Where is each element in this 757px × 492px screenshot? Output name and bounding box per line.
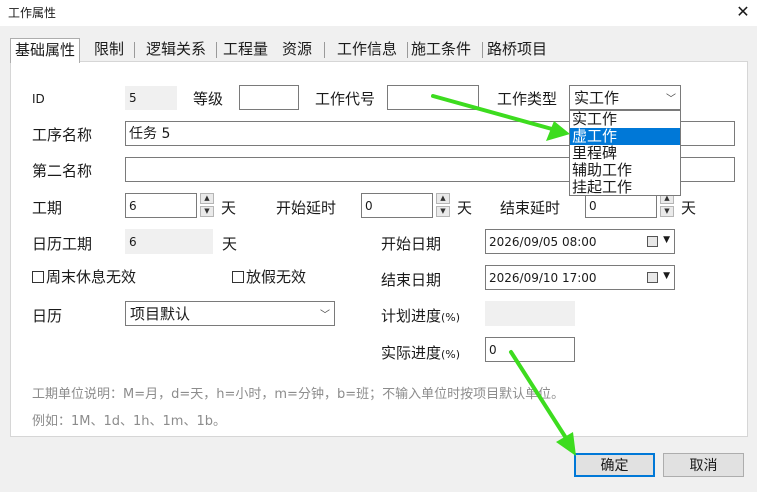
title-bar	[0, 0, 757, 26]
start-delay-label: 开始延时	[276, 199, 337, 217]
tab-resources[interactable]: 资源	[282, 38, 312, 62]
tab-separator	[324, 42, 325, 58]
second-name-label: 第二名称	[32, 162, 93, 180]
type-select[interactable]: 实工作 ﹀	[569, 85, 681, 110]
calendar-icon[interactable]	[647, 272, 658, 283]
grade-label: 等级	[193, 90, 224, 108]
plan-progress-field	[485, 301, 575, 326]
tab-separator	[407, 42, 408, 58]
tab-separator	[134, 42, 135, 58]
calendar-label: 日历	[32, 307, 63, 325]
plan-progress-label: 计划进度(%)	[381, 305, 460, 326]
duration-stepper[interactable]: ▲ ▼	[200, 193, 214, 217]
code-label: 工作代号	[315, 90, 376, 108]
calendar-select[interactable]: 项目默认 ﹀	[125, 301, 335, 326]
type-option-real-work[interactable]: 实工作	[570, 111, 680, 128]
id-label: ID	[32, 92, 45, 106]
holiday-checkbox[interactable]: 放假无效	[232, 266, 306, 287]
end-delay-field[interactable]: 0	[585, 193, 657, 218]
spin-up-icon[interactable]: ▲	[436, 193, 450, 204]
tab-logic-relations[interactable]: 逻辑关系	[146, 38, 206, 62]
end-delay-label: 结束延时	[500, 199, 561, 217]
type-option-suspended-work[interactable]: 挂起工作	[570, 179, 680, 196]
tab-quantities[interactable]: 工程量	[223, 38, 268, 62]
weekend-checkbox[interactable]: 周末休息无效	[32, 266, 136, 287]
type-option-dummy-work[interactable]: 虚工作	[570, 128, 680, 145]
calendar-duration-unit: 天	[222, 235, 238, 253]
actual-progress-label-text: 实际进度	[381, 344, 442, 362]
calendar-duration-field: 6	[125, 229, 213, 254]
start-date-value: 2026/09/05 08:00	[489, 234, 597, 249]
start-date-label: 开始日期	[381, 235, 442, 253]
ok-button[interactable]: 确定	[574, 453, 655, 477]
type-label: 工作类型	[497, 90, 558, 108]
spin-down-icon[interactable]: ▼	[200, 206, 214, 217]
chevron-down-icon[interactable]: ▼	[663, 235, 670, 245]
tab-work-info[interactable]: 工作信息	[337, 38, 397, 62]
name-label: 工序名称	[32, 126, 93, 144]
tab-road-bridge-items[interactable]: 路桥项目	[487, 38, 547, 62]
chevron-down-icon: ﹀	[320, 310, 330, 321]
start-delay-unit: 天	[457, 199, 473, 217]
plan-progress-unit: (%)	[441, 311, 461, 324]
spin-down-icon[interactable]: ▼	[436, 206, 450, 217]
end-date-label: 结束日期	[381, 271, 442, 289]
duration-label: 工期	[32, 199, 63, 217]
checkbox-box[interactable]	[32, 270, 44, 283]
tab-separator	[216, 42, 217, 58]
calendar-select-value: 项目默认	[130, 305, 191, 323]
plan-progress-label-text: 计划进度	[381, 307, 442, 325]
checkbox-box[interactable]	[232, 270, 244, 283]
actual-progress-field[interactable]: 0	[485, 337, 575, 362]
type-select-value: 实工作	[574, 89, 620, 107]
calendar-duration-label: 日历工期	[32, 235, 93, 253]
end-date-picker[interactable]: 2026/09/10 17:00 ▼	[485, 265, 675, 290]
chevron-down-icon: ﹀	[666, 94, 676, 105]
close-icon[interactable]: ✕	[733, 0, 753, 24]
start-delay-field[interactable]: 0	[361, 193, 433, 218]
window-title: 工作属性	[8, 6, 57, 20]
actual-progress-unit: (%)	[441, 348, 461, 361]
duration-unit: 天	[221, 199, 237, 217]
end-date-value: 2026/09/10 17:00	[489, 270, 597, 285]
grade-field[interactable]	[239, 85, 299, 110]
weekend-checkbox-label: 周末休息无效	[46, 268, 137, 286]
calendar-icon[interactable]	[647, 236, 658, 247]
spin-up-icon[interactable]: ▲	[200, 193, 214, 204]
start-delay-stepper[interactable]: ▲ ▼	[436, 193, 450, 217]
chevron-down-icon[interactable]: ▼	[663, 271, 670, 281]
tab-construction-conditions[interactable]: 施工条件	[411, 38, 471, 62]
holiday-checkbox-label: 放假无效	[246, 268, 307, 286]
spin-down-icon[interactable]: ▼	[660, 206, 674, 217]
type-option-auxiliary-work[interactable]: 辅助工作	[570, 162, 680, 179]
help-text-line2: 例如：1M、1d、1h、1m、1b。	[32, 414, 226, 429]
code-field[interactable]	[387, 85, 479, 110]
end-delay-unit: 天	[681, 199, 697, 217]
cancel-button[interactable]: 取消	[663, 453, 744, 477]
type-dropdown-list[interactable]: 实工作 虚工作 里程碑 辅助工作 挂起工作	[569, 110, 681, 196]
end-delay-stepper[interactable]: ▲ ▼	[660, 193, 674, 217]
actual-progress-label: 实际进度(%)	[381, 342, 460, 363]
id-field: 5	[125, 86, 177, 110]
duration-field[interactable]: 6	[125, 193, 197, 218]
tab-constraints[interactable]: 限制	[94, 38, 124, 62]
help-text-line1: 工期单位说明：M=月，d=天，h=小时，m=分钟，b=班；不输入单位时按项目默认…	[32, 387, 565, 402]
type-option-milestone[interactable]: 里程碑	[570, 145, 680, 162]
start-date-picker[interactable]: 2026/09/05 08:00 ▼	[485, 229, 675, 254]
tab-basic-properties[interactable]: 基础属性	[10, 38, 81, 63]
tab-separator	[482, 42, 483, 58]
